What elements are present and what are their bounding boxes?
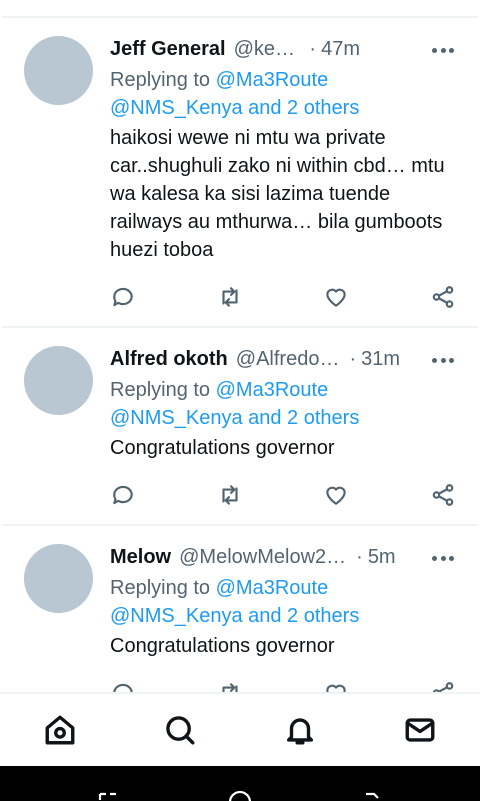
mail-icon[interactable] (402, 712, 438, 748)
bell-icon[interactable] (282, 712, 318, 748)
tweet-text: haikosi wewe ni mtu wa private car..shug… (110, 127, 445, 261)
mention-link[interactable]: @Ma3Route (216, 379, 329, 401)
avatar[interactable] (24, 544, 93, 613)
more-icon[interactable] (432, 555, 454, 561)
separator-dot: · (356, 545, 363, 568)
share-icon[interactable] (429, 679, 457, 692)
tweet-actions (0, 679, 480, 692)
tweet-actions (0, 481, 480, 511)
author-name[interactable]: Alfred okoth (110, 348, 228, 371)
separator-dot: · (309, 37, 317, 60)
system-navigation-bar (0, 766, 480, 801)
like-icon[interactable] (322, 481, 350, 509)
recent-apps-icon[interactable] (96, 790, 120, 801)
tweet-header: Alfred okoth @Alfredo… · 31m (110, 344, 410, 374)
replying-to: Replying to @Ma3Route (110, 574, 460, 602)
timestamp[interactable]: 47m (321, 38, 360, 61)
separator-dot: · (349, 347, 357, 370)
author-handle[interactable]: @Alfredo… (236, 348, 340, 371)
avatar[interactable] (24, 346, 93, 415)
share-icon[interactable] (429, 283, 457, 311)
timestamp[interactable]: 5m (368, 546, 396, 569)
share-icon[interactable] (429, 481, 457, 509)
mention-link[interactable]: @Ma3Route (216, 69, 329, 91)
retweet-icon[interactable] (216, 481, 244, 509)
author-handle[interactable]: @kenger… (234, 38, 300, 61)
tweet[interactable]: Alfred okoth @Alfredo… · 31m Replying to… (0, 328, 480, 524)
reply-icon[interactable] (109, 283, 137, 311)
home-circle-icon[interactable] (228, 790, 252, 801)
tweet-text: Congratulations governor (110, 437, 335, 459)
like-icon[interactable] (322, 679, 350, 692)
tweet[interactable]: Melow @MelowMelow2… · 5m Replying to @Ma… (0, 526, 480, 692)
search-icon[interactable] (162, 712, 198, 748)
author-handle[interactable]: @MelowMelow2… (179, 546, 346, 569)
avatar[interactable] (24, 36, 93, 105)
retweet-icon[interactable] (216, 679, 244, 692)
tweet-text: Congratulations governor (110, 635, 335, 657)
tweet-actions (0, 283, 480, 313)
replying-to: Replying to @Ma3Route (110, 376, 460, 404)
mention-link[interactable]: @NMS_Kenya and 2 others (110, 94, 460, 122)
replying-prefix: Replying to (110, 69, 211, 91)
replying-to: Replying to @Ma3Route (110, 66, 460, 94)
retweet-icon[interactable] (216, 283, 244, 311)
mention-link[interactable]: @NMS_Kenya and 2 others (110, 404, 460, 432)
reply-icon[interactable] (109, 679, 137, 692)
more-icon[interactable] (432, 47, 454, 53)
tweet[interactable]: Jeff General @kenger… · 47m Replying to … (0, 18, 480, 328)
replying-prefix: Replying to (110, 577, 211, 599)
home-icon[interactable] (42, 712, 78, 748)
like-icon[interactable] (322, 283, 350, 311)
timestamp[interactable]: 31m (361, 348, 400, 371)
author-name[interactable]: Jeff General (110, 38, 226, 61)
mention-link[interactable]: @Ma3Route (216, 577, 329, 599)
more-icon[interactable] (432, 357, 454, 363)
bottom-navigation (0, 692, 480, 766)
back-icon[interactable] (362, 790, 386, 801)
tweet-header: Melow @MelowMelow2… · 5m (110, 542, 410, 572)
mention-link[interactable]: @NMS_Kenya and 2 others (110, 602, 460, 630)
tweet-header: Jeff General @kenger… · 47m (110, 34, 360, 64)
author-name[interactable]: Melow (110, 546, 171, 569)
replying-prefix: Replying to (110, 379, 211, 401)
reply-icon[interactable] (109, 481, 137, 509)
tweet-feed[interactable]: Jeff General @kenger… · 47m Replying to … (0, 0, 480, 692)
